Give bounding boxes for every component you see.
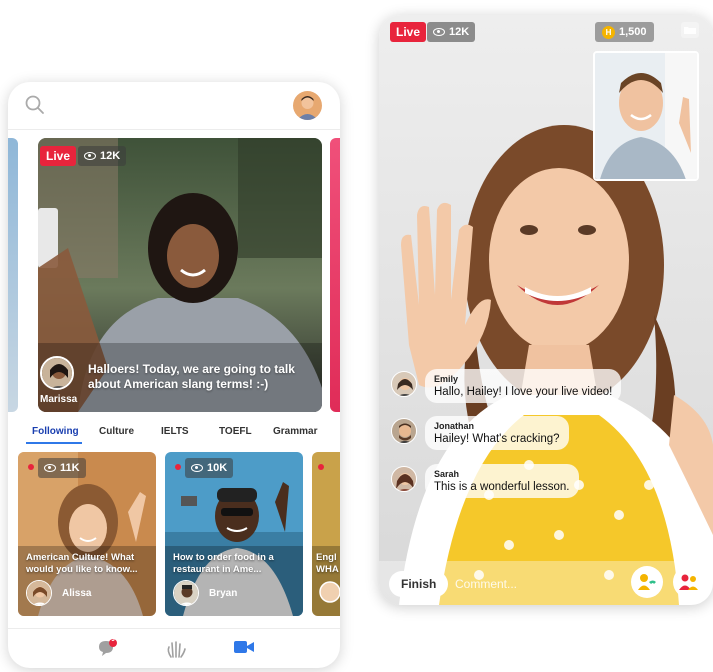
user-avatar[interactable] — [293, 91, 322, 120]
host-avatar[interactable] — [40, 356, 74, 390]
live-dot — [175, 464, 181, 470]
featured-stream[interactable]: Live 12K Marissa Halloers! Today, we are… — [38, 138, 322, 412]
commenter-name: Jonathan — [434, 421, 475, 431]
tab-culture[interactable]: Culture — [99, 426, 134, 437]
eye-icon — [44, 464, 56, 472]
invite-guest-button[interactable] — [631, 566, 663, 598]
host-name: Bryan — [209, 588, 238, 599]
video-nav-button[interactable] — [234, 639, 254, 660]
comment-input[interactable] — [453, 571, 563, 597]
category-tabs: Following Culture IELTS TOEFL Grammar — [8, 422, 340, 446]
stream-caption: Halloers! Today, we are going to talk ab… — [88, 362, 295, 391]
search-input[interactable] — [52, 94, 272, 116]
stream-thumbnail — [312, 452, 340, 616]
viewer-count-badge: 12K — [78, 146, 127, 166]
stream-card-peek[interactable]: Engl WHA — [312, 452, 340, 616]
live-controls-bar: Finish — [379, 561, 713, 605]
commenter-avatar — [391, 371, 417, 397]
card-caption: Engl WHA — [316, 552, 339, 575]
commenter-name: Emily — [434, 374, 459, 384]
tab-ielts[interactable]: IELTS — [161, 426, 189, 437]
active-tab-indicator — [26, 442, 82, 444]
tab-following[interactable]: Following — [32, 426, 79, 437]
waving-hand-icon — [167, 641, 186, 658]
host-avatar — [173, 580, 199, 606]
bottom-nav: 3 — [8, 628, 340, 668]
chat-nav-button[interactable]: 3 — [97, 637, 119, 664]
next-stream-peek[interactable] — [330, 138, 340, 412]
feed-header — [8, 82, 340, 130]
commenter-avatar — [391, 466, 417, 492]
guest-video-pip[interactable] — [593, 51, 699, 181]
viewer-count-badge: 12K — [427, 22, 476, 42]
comment-text: This is a wonderful lesson. — [434, 481, 570, 493]
coin-icon: H — [602, 25, 615, 39]
live-badge: Live — [40, 146, 77, 166]
guest-video — [595, 53, 697, 179]
live-dot — [318, 464, 324, 470]
host-name: Alissa — [62, 588, 92, 599]
card-caption: American Culture! What would you like to… — [26, 552, 138, 575]
stream-card[interactable]: 10K How to order food in a restaurant in… — [165, 452, 303, 616]
finish-button[interactable]: Finish — [389, 571, 449, 597]
viewer-count: 11K — [60, 462, 80, 474]
comment-text: Hallo, Hailey! I love your live video! — [434, 386, 613, 398]
participants-button[interactable] — [673, 566, 705, 598]
coin-balance-badge[interactable]: H 1,500 — [595, 22, 654, 42]
commenter-name: Sarah — [434, 469, 460, 479]
live-badge: Live — [390, 22, 427, 42]
chat-comment: Emily Hallo, Hailey! I love your live vi… — [391, 369, 622, 403]
tab-toefl[interactable]: TOEFL — [219, 426, 252, 437]
chat-badge-count: 3 — [111, 637, 115, 643]
viewer-count-badge: 10K — [185, 458, 234, 478]
video-camera-icon — [234, 641, 254, 653]
folder-icon — [684, 27, 696, 34]
feed-screen: Live 12K Marissa Halloers! Today, we are… — [8, 82, 340, 668]
live-stream-screen: Live 12K H 1,500 Emily Hallo, Hailey! I … — [379, 15, 713, 605]
comment-bubble: Sarah This is a wonderful lesson. — [425, 464, 579, 498]
search-icon[interactable] — [25, 95, 45, 115]
live-dot — [28, 464, 34, 470]
eye-icon — [433, 28, 445, 36]
eye-icon — [84, 152, 96, 160]
people-icon — [679, 574, 698, 590]
comment-text: Hailey! What's cracking? — [434, 433, 560, 445]
stream-card[interactable]: 11K American Culture! What would you lik… — [18, 452, 156, 616]
viewer-count: 10K — [207, 462, 228, 474]
viewer-count: 12K — [449, 26, 470, 38]
eye-icon — [191, 464, 203, 472]
host-name: Marissa — [40, 394, 78, 405]
chat-comment: Jonathan Hailey! What's cracking? — [391, 416, 569, 450]
prev-stream-peek[interactable] — [8, 138, 18, 412]
viewer-count-badge: 11K — [38, 458, 86, 478]
comment-bubble: Emily Hallo, Hailey! I love your live vi… — [425, 369, 622, 403]
wave-nav-button[interactable] — [165, 639, 187, 666]
commenter-avatar — [391, 418, 417, 444]
card-caption: How to order food in a restaurant in Ame… — [173, 552, 274, 575]
host-avatar — [26, 580, 52, 606]
guest-join-icon — [638, 574, 656, 590]
chat-comment: Sarah This is a wonderful lesson. — [391, 464, 579, 498]
coin-balance: 1,500 — [619, 26, 647, 38]
viewer-count: 12K — [100, 150, 121, 162]
settings-button[interactable] — [681, 22, 699, 38]
tab-grammar[interactable]: Grammar — [273, 426, 317, 437]
comment-bubble: Jonathan Hailey! What's cracking? — [425, 416, 569, 450]
